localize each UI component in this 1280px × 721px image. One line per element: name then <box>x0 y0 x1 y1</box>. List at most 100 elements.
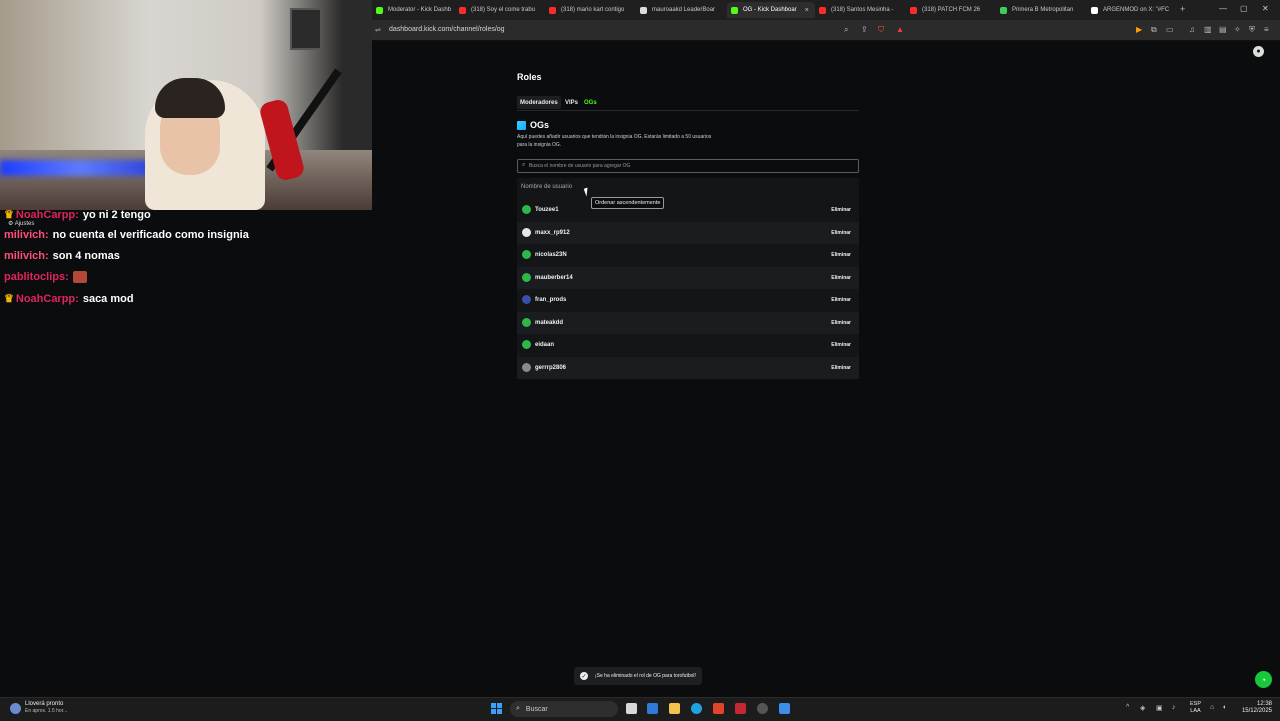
minimize-button[interactable]: — <box>1219 4 1227 13</box>
chat-username[interactable]: NoahCarpp: <box>16 209 79 221</box>
chat-username[interactable]: NoahCarpp: <box>16 293 79 305</box>
chat-username[interactable]: milivich: <box>4 250 49 262</box>
browser-tab[interactable]: (318) mario kart contigo <box>545 2 635 18</box>
volume-icon[interactable]: ◖ <box>1222 704 1226 711</box>
webcam-video <box>0 0 372 210</box>
vpn-icon[interactable]: ⛨ <box>1249 25 1255 35</box>
edge-icon[interactable] <box>691 703 702 714</box>
tab-title: Primera B Metropolitan <box>1012 7 1074 13</box>
column-header-username[interactable]: Nombre de usuario <box>521 184 572 190</box>
search-icon: ⌕ <box>522 162 526 168</box>
sidebar-icon[interactable]: ▥ <box>1204 25 1212 34</box>
tab-vips[interactable]: VIPs <box>562 96 581 109</box>
media-icon[interactable]: ▶ <box>1136 25 1142 34</box>
table-row: eidaan Eliminar <box>517 334 859 356</box>
mic-icon[interactable]: ♪ <box>1172 704 1176 711</box>
rewards-icon[interactable]: ▲ <box>896 25 904 34</box>
new-tab-button[interactable]: + <box>1180 4 1185 14</box>
weather-subtitle: En aprox. 1.5 hor... <box>25 708 68 714</box>
app-icon[interactable] <box>735 703 746 714</box>
music-icon[interactable]: ♫ <box>1189 25 1195 34</box>
file-explorer-icon[interactable] <box>669 703 680 714</box>
menu-icon[interactable]: ≡ <box>1264 25 1269 34</box>
delete-button[interactable]: Eliminar <box>831 207 851 213</box>
network-icon[interactable]: ⌂ <box>1210 704 1214 711</box>
taskbar-search[interactable]: ⌕ Buscar <box>510 701 618 717</box>
chat-username[interactable]: pablitoclips: <box>4 271 69 283</box>
chat-settings-label: Ajustes <box>14 221 35 227</box>
table-row: Touzee1 Eliminar <box>517 199 859 221</box>
delete-button[interactable]: Eliminar <box>831 275 851 281</box>
delete-button[interactable]: Eliminar <box>831 252 851 258</box>
start-button[interactable] <box>491 703 502 714</box>
browser-tab[interactable]: OG - Kick Dashboar × <box>727 2 815 18</box>
browser-tab[interactable]: (318) Soy el come trabu <box>455 2 545 18</box>
ai-icon[interactable]: ✧ <box>1234 25 1241 34</box>
tab-title: (318) Soy el come trabu <box>471 7 536 13</box>
maximize-button[interactable]: ▢ <box>1240 4 1248 13</box>
tab-ogs[interactable]: OGs <box>581 96 600 109</box>
tab-title: Moderator - Kick Dashb <box>388 7 452 13</box>
chat-text: saca mod <box>82 293 134 305</box>
username[interactable]: fran_prods <box>535 297 566 303</box>
browser-tab[interactable]: mauroaakd LeaderBoar <box>636 2 726 18</box>
notepad-icon[interactable] <box>779 703 790 714</box>
wallet-icon[interactable]: ▤ <box>1219 25 1227 34</box>
tab-favicon-icon <box>549 6 556 14</box>
language-indicator[interactable]: ESP LAA <box>1190 701 1201 715</box>
avatar <box>522 205 531 214</box>
username[interactable]: nicolas23N <box>535 252 567 258</box>
og-badge-icon <box>517 120 526 130</box>
url-field[interactable]: dashboard.kick.com/channel/roles/og <box>389 26 505 33</box>
search-icon: ⌕ <box>516 705 520 712</box>
username[interactable]: mateakdd <box>535 320 563 326</box>
avatar <box>522 272 531 282</box>
delete-button[interactable]: Eliminar <box>831 365 851 371</box>
chat-settings[interactable]: ⚙ Ajustes <box>8 220 34 227</box>
widgets-icon[interactable] <box>647 703 658 714</box>
weather-widget[interactable]: Lloverá pronto En aprox. 1.5 hor... <box>10 701 67 715</box>
username[interactable]: mauberber14 <box>535 275 573 281</box>
windows-taskbar: Lloverá pronto En aprox. 1.5 hor... ⌕ Bu… <box>0 697 1280 721</box>
brave-shield-icon[interactable]: ⛉ <box>878 25 884 35</box>
tray-app-icon-2[interactable]: ▣ <box>1156 704 1163 712</box>
username[interactable]: maxx_rp912 <box>535 230 570 236</box>
tab-search-icon[interactable]: ▭ <box>1166 25 1174 34</box>
search-input[interactable] <box>529 161 849 170</box>
delete-button[interactable]: Eliminar <box>831 320 851 326</box>
delete-button[interactable]: Eliminar <box>831 230 851 236</box>
obs-icon[interactable] <box>757 703 768 714</box>
chat-message: milivich: no cuenta el verificado como in… <box>4 229 249 241</box>
chat-bubble-button[interactable]: ◔ <box>1255 671 1272 688</box>
share-icon[interactable]: ⇪ <box>861 25 868 34</box>
toast-notification: ✓ ¡Se ha eliminado el rol de OG para tor… <box>574 667 702 685</box>
task-view-icon[interactable] <box>626 703 637 714</box>
site-info-icon[interactable]: ⇌ <box>375 26 381 34</box>
tab-favicon-icon <box>731 6 738 14</box>
clock[interactable]: 12:38 15/12/2025 <box>1236 701 1272 715</box>
username[interactable]: gerrrp2806 <box>535 365 566 371</box>
username[interactable]: eidaan <box>535 342 554 348</box>
close-window-button[interactable]: ✕ <box>1262 4 1269 13</box>
tray-app-icon[interactable]: ◈ <box>1140 704 1145 712</box>
tab-title: (318) PATCH FCM 26 <box>922 7 981 13</box>
avatar <box>522 250 531 259</box>
tab-moderators[interactable]: Moderadores <box>517 96 561 109</box>
browser-tab[interactable]: Moderator - Kick Dashb <box>372 2 454 18</box>
browser-tab[interactable]: (318) Santos Mesinha - <box>815 2 905 18</box>
users-table: Nombre de usuario Touzee1 Eliminar maxx_rp… <box>517 178 859 379</box>
brave-icon[interactable] <box>713 703 724 714</box>
delete-button[interactable]: Eliminar <box>831 342 851 348</box>
tray-chevron-icon[interactable]: ^ <box>1126 704 1129 711</box>
close-tab-icon[interactable]: × <box>805 7 809 14</box>
extension-icon[interactable]: ⧉ <box>1151 25 1157 35</box>
browser-tab[interactable]: ARGENMOD on X: "#FC <box>1087 2 1177 18</box>
profile-icon[interactable]: ● <box>1253 46 1264 57</box>
chat-message: pablitoclips: <box>4 271 87 284</box>
delete-button[interactable]: Eliminar <box>831 297 851 303</box>
zoom-icon[interactable]: ⌕ <box>844 25 848 35</box>
chat-username[interactable]: milivich: <box>4 229 49 241</box>
browser-tab[interactable]: Primera B Metropolitan <box>996 2 1086 18</box>
browser-tab[interactable]: (318) PATCH FCM 26 <box>906 2 996 18</box>
username[interactable]: Touzee1 <box>535 207 559 213</box>
